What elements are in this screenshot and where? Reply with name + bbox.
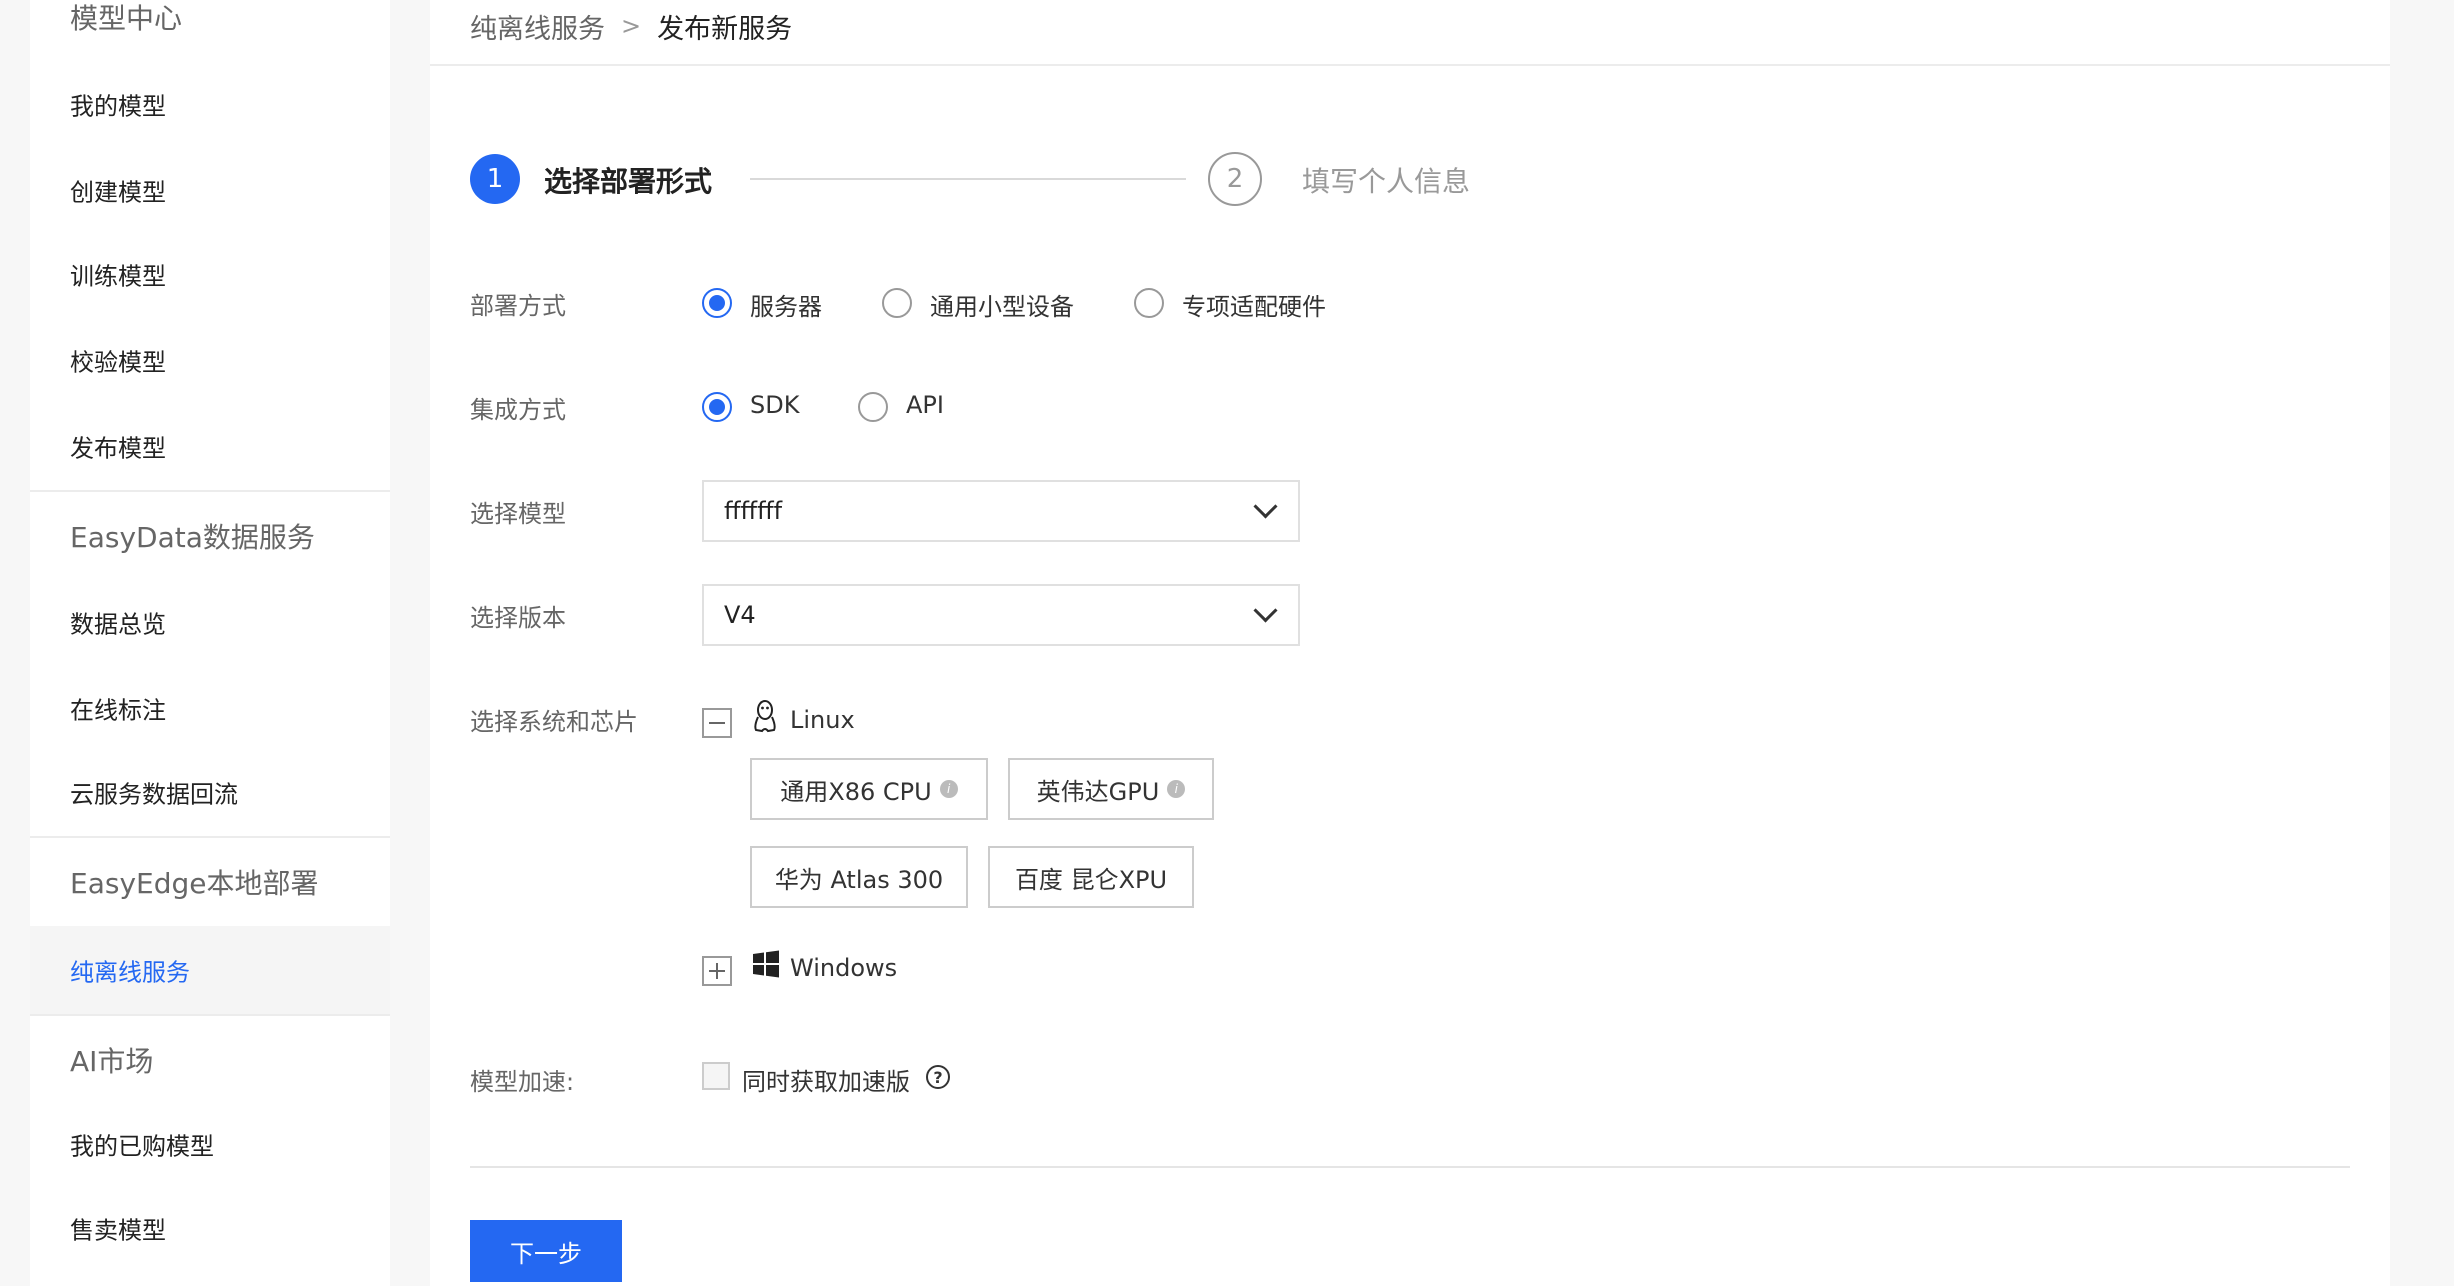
windows-expand-toggle[interactable] bbox=[702, 956, 732, 986]
sidebar-item-label: 校验模型 bbox=[70, 348, 166, 377]
model-select-value: fffffff bbox=[724, 497, 783, 525]
sidebar-item-label: 我的已购模型 bbox=[70, 1132, 214, 1161]
chip-label: 百度 昆仑XPU bbox=[1014, 865, 1168, 894]
chevron-down-icon bbox=[1253, 598, 1278, 623]
sidebar-item-my-models[interactable]: 我的模型 bbox=[30, 62, 390, 146]
radio-api-label[interactable]: API bbox=[906, 391, 944, 419]
radio-small-device[interactable] bbox=[882, 288, 912, 318]
version-select-label: 选择版本 bbox=[470, 604, 566, 632]
chip-nvidia-gpu[interactable]: 英伟达GPU i bbox=[1008, 758, 1214, 820]
step-connector bbox=[750, 178, 1186, 180]
info-icon: i bbox=[1167, 780, 1186, 798]
next-step-button[interactable]: 下一步 bbox=[470, 1220, 622, 1282]
sidebar-item-validate-model[interactable]: 校验模型 bbox=[30, 318, 390, 402]
nav-section-ai-market: AI市场 bbox=[30, 1016, 390, 1104]
integration-method-label: 集成方式 bbox=[470, 396, 566, 424]
radio-api[interactable] bbox=[858, 392, 888, 422]
sidebar-item-offline-service[interactable]: 纯离线服务 bbox=[30, 926, 390, 1014]
windows-label[interactable]: Windows bbox=[790, 954, 897, 982]
step-2-label: 填写个人信息 bbox=[1302, 165, 1471, 198]
sidebar-item-label: 云服务数据回流 bbox=[70, 780, 238, 809]
sidebar-item-sell-models[interactable]: 售卖模型 bbox=[30, 1186, 390, 1270]
sidebar-item-label: 发布模型 bbox=[70, 434, 166, 463]
sidebar-item-online-labeling[interactable]: 在线标注 bbox=[30, 666, 390, 750]
version-select[interactable]: V4 bbox=[702, 584, 1300, 646]
info-icon: i bbox=[939, 780, 958, 798]
sidebar-item-my-purchased-models[interactable]: 我的已购模型 bbox=[30, 1102, 390, 1186]
chevron-down-icon bbox=[1253, 494, 1278, 519]
nav-section-title: AI市场 bbox=[70, 1045, 154, 1078]
breadcrumb-parent-link[interactable]: 纯离线服务 bbox=[470, 7, 605, 46]
windows-logo-icon bbox=[753, 950, 779, 978]
chip-label: 华为 Atlas 300 bbox=[774, 865, 944, 894]
sidebar-item-data-overview[interactable]: 数据总览 bbox=[30, 580, 390, 664]
step-1-indicator: 1 bbox=[470, 154, 520, 204]
sidebar-item-create-model[interactable]: 创建模型 bbox=[30, 148, 390, 232]
chip-label: 通用X86 CPU bbox=[780, 777, 932, 806]
chip-label: 英伟达GPU bbox=[1036, 777, 1160, 806]
chip-huawei-atlas[interactable]: 华为 Atlas 300 bbox=[750, 846, 968, 908]
breadcrumb-separator: > bbox=[621, 12, 642, 40]
nav-section-title: EasyEdge本地部署 bbox=[70, 867, 319, 900]
breadcrumb: 纯离线服务 > 发布新服务 bbox=[470, 6, 792, 46]
sidebar-item-label: 创建模型 bbox=[70, 178, 166, 207]
nav-section-easyedge: EasyEdge本地部署 bbox=[30, 838, 390, 926]
sidebar-item-label: 我的模型 bbox=[70, 92, 166, 121]
footer-divider bbox=[470, 1166, 2350, 1168]
system-chip-label: 选择系统和芯片 bbox=[470, 708, 638, 736]
main-panel: 纯离线服务 > 发布新服务 1 选择部署形式 2 填写个人信息 部署方式 服务器… bbox=[430, 0, 2390, 1286]
sidebar: 模型中心 我的模型 创建模型 训练模型 校验模型 发布模型 EasyData数据… bbox=[30, 0, 390, 1286]
acceleration-label: 模型加速: bbox=[470, 1068, 575, 1096]
radio-sdk[interactable] bbox=[702, 392, 732, 422]
model-select-label: 选择模型 bbox=[470, 500, 566, 528]
nav-section-title: 模型中心 bbox=[70, 2, 183, 35]
step-1-label: 选择部署形式 bbox=[544, 165, 713, 198]
header-divider bbox=[430, 64, 2390, 66]
radio-small-device-label[interactable]: 通用小型设备 bbox=[930, 287, 1074, 322]
sidebar-item-train-model[interactable]: 训练模型 bbox=[30, 232, 390, 316]
question-circle-icon[interactable]: ? bbox=[926, 1065, 950, 1089]
chip-x86-cpu[interactable]: 通用X86 CPU i bbox=[750, 758, 988, 820]
sidebar-item-label: 在线标注 bbox=[70, 696, 166, 725]
nav-section-easydata: EasyData数据服务 bbox=[30, 492, 390, 580]
radio-special-hardware-label[interactable]: 专项适配硬件 bbox=[1182, 287, 1326, 322]
sidebar-item-label: 训练模型 bbox=[70, 262, 166, 291]
radio-sdk-label[interactable]: SDK bbox=[750, 391, 799, 419]
sidebar-item-label: 数据总览 bbox=[70, 610, 166, 639]
acceleration-checkbox[interactable] bbox=[702, 1062, 730, 1090]
breadcrumb-current: 发布新服务 bbox=[657, 13, 793, 45]
version-select-value: V4 bbox=[724, 601, 756, 629]
sidebar-item-publish-model[interactable]: 发布模型 bbox=[30, 404, 390, 488]
sidebar-item-label: 售卖模型 bbox=[70, 1216, 166, 1245]
sidebar-item-cloud-data-reflow[interactable]: 云服务数据回流 bbox=[30, 750, 390, 834]
sidebar-item-label: 纯离线服务 bbox=[70, 958, 190, 987]
model-select[interactable]: fffffff bbox=[702, 480, 1300, 542]
radio-special-hardware[interactable] bbox=[1134, 288, 1164, 318]
linux-label[interactable]: Linux bbox=[790, 706, 855, 734]
linux-collapse-toggle[interactable] bbox=[702, 708, 732, 738]
nav-section-title: EasyData数据服务 bbox=[70, 521, 315, 554]
linux-penguin-icon bbox=[754, 700, 776, 733]
deploy-method-label: 部署方式 bbox=[470, 292, 566, 320]
step-2-indicator: 2 bbox=[1208, 152, 1262, 206]
nav-section-model-center: 模型中心 bbox=[30, 0, 390, 42]
radio-server[interactable] bbox=[702, 288, 732, 318]
chip-baidu-kunlun[interactable]: 百度 昆仑XPU bbox=[988, 846, 1194, 908]
radio-server-label[interactable]: 服务器 bbox=[750, 287, 822, 322]
acceleration-checkbox-label[interactable]: 同时获取加速版 bbox=[742, 1062, 910, 1097]
